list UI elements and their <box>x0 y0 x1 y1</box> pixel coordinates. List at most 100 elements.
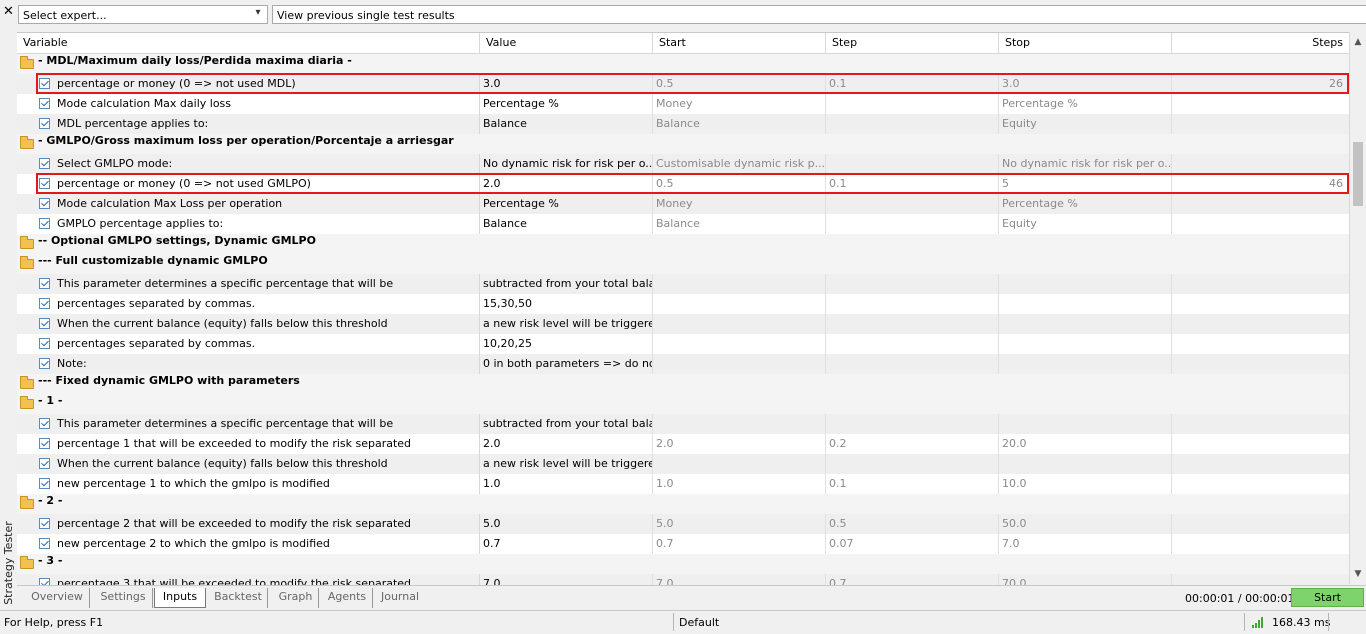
value-cell[interactable]: subtracted from your total balance to es… <box>480 414 653 434</box>
checkbox[interactable] <box>39 178 50 189</box>
variable-cell[interactable]: GMPLO percentage applies to: <box>17 214 480 234</box>
step-cell[interactable] <box>826 414 999 434</box>
start-cell[interactable]: 5.0 <box>653 514 826 534</box>
group-row[interactable]: --- Full customizable dynamic GMLPO <box>17 254 1349 274</box>
step-cell[interactable] <box>826 314 999 334</box>
checkbox[interactable] <box>39 198 50 209</box>
value-cell[interactable]: 2.0 <box>480 174 653 194</box>
checkbox[interactable] <box>39 118 50 129</box>
stop-cell[interactable]: 50.0 <box>999 514 1172 534</box>
variable-cell[interactable]: Select GMLPO mode: <box>17 154 480 174</box>
variable-cell[interactable]: Note: <box>17 354 480 374</box>
variable-cell[interactable]: percentage or money (0 => not used GMLPO… <box>17 174 480 194</box>
previous-results-dropdown[interactable]: View previous single test results <box>272 5 1366 24</box>
column-header-variable[interactable]: Variable <box>17 33 480 53</box>
stop-cell[interactable] <box>999 274 1172 294</box>
start-cell[interactable] <box>653 414 826 434</box>
step-cell[interactable] <box>826 214 999 234</box>
start-cell[interactable]: Customisable dynamic risk p... <box>653 154 826 174</box>
checkbox[interactable] <box>39 318 50 329</box>
stop-cell[interactable]: No dynamic risk for risk per o... <box>999 154 1172 174</box>
step-cell[interactable] <box>826 154 999 174</box>
stop-cell[interactable]: Percentage % <box>999 94 1172 114</box>
parameter-row[interactable]: Select GMLPO mode: No dynamic risk for ri… <box>17 154 1349 174</box>
variable-cell[interactable]: When the current balance (equity) falls … <box>17 314 480 334</box>
stop-cell[interactable]: 70.0 <box>999 574 1172 585</box>
parameter-row[interactable]: MDL percentage applies to: Balance Balance… <box>17 114 1349 134</box>
group-row[interactable]: -- Optional GMLPO settings, Dynamic GMLP… <box>17 234 1349 254</box>
stop-cell[interactable]: Equity <box>999 114 1172 134</box>
value-cell[interactable]: subtracted from your total balance to es… <box>480 274 653 294</box>
start-button[interactable]: Start <box>1291 588 1364 607</box>
stop-cell[interactable]: 7.0 <box>999 534 1172 554</box>
step-cell[interactable] <box>826 274 999 294</box>
variable-cell[interactable]: percentages separated by commas. <box>17 334 480 354</box>
tab-overview[interactable]: Overview <box>25 588 90 608</box>
start-cell[interactable]: Money <box>653 94 826 114</box>
start-cell[interactable] <box>653 334 826 354</box>
tab-backtest[interactable]: Backtest <box>209 588 268 608</box>
checkbox[interactable] <box>39 458 50 469</box>
group-row[interactable]: --- Fixed dynamic GMLPO with parameters <box>17 374 1349 394</box>
start-cell[interactable] <box>653 314 826 334</box>
column-header-step[interactable]: Step <box>826 33 999 53</box>
value-cell[interactable]: Percentage % <box>480 194 653 214</box>
stop-cell[interactable]: 10.0 <box>999 474 1172 494</box>
stop-cell[interactable]: Percentage % <box>999 194 1172 214</box>
value-cell[interactable]: 1.0 <box>480 474 653 494</box>
tab-inputs[interactable]: Inputs <box>154 588 206 608</box>
tab-journal[interactable]: Journal <box>376 588 424 608</box>
checkbox[interactable] <box>39 538 50 549</box>
tab-graph[interactable]: Graph <box>273 588 319 608</box>
step-cell[interactable]: 0.1 <box>826 174 999 194</box>
variable-cell[interactable]: percentage or money (0 => not used MDL) <box>17 74 480 94</box>
stop-cell[interactable] <box>999 294 1172 314</box>
chevron-down-icon[interactable]: ▾ <box>251 7 265 22</box>
parameter-row[interactable]: Note: 0 in both parameters => do not use … <box>17 354 1349 374</box>
checkbox[interactable] <box>39 218 50 229</box>
parameter-row[interactable]: This parameter determines a specific per… <box>17 274 1349 294</box>
checkbox[interactable] <box>39 298 50 309</box>
scroll-up-icon[interactable]: ▲ <box>1350 34 1366 50</box>
step-cell[interactable]: 0.7 <box>826 574 999 585</box>
variable-cell[interactable]: Mode calculation Max daily loss <box>17 94 480 114</box>
group-row[interactable]: - 1 - <box>17 394 1349 414</box>
stop-cell[interactable]: 20.0 <box>999 434 1172 454</box>
step-cell[interactable] <box>826 294 999 314</box>
variable-cell[interactable]: percentage 2 that will be exceeded to mo… <box>17 514 480 534</box>
value-cell[interactable]: Percentage % <box>480 94 653 114</box>
variable-cell[interactable]: When the current balance (equity) falls … <box>17 454 480 474</box>
parameter-row[interactable]: This parameter determines a specific per… <box>17 414 1349 434</box>
step-cell[interactable]: 0.5 <box>826 514 999 534</box>
parameter-row[interactable]: When the current balance (equity) falls … <box>17 454 1349 474</box>
column-header-value[interactable]: Value <box>480 33 653 53</box>
start-cell[interactable]: 0.5 <box>653 74 826 94</box>
parameter-row[interactable]: Mode calculation Max daily loss Percentag… <box>17 94 1349 114</box>
checkbox[interactable] <box>39 78 50 89</box>
step-cell[interactable]: 0.07 <box>826 534 999 554</box>
checkbox[interactable] <box>39 578 50 585</box>
group-row[interactable]: - 3 - <box>17 554 1349 574</box>
value-cell[interactable]: 0 in both parameters => do not use dynam… <box>480 354 653 374</box>
variable-cell[interactable]: This parameter determines a specific per… <box>17 414 480 434</box>
parameter-row[interactable]: percentage or money (0 => not used MDL) 3… <box>17 73 1349 94</box>
parameter-row[interactable]: percentage or money (0 => not used GMLPO… <box>17 173 1349 194</box>
start-cell[interactable] <box>653 274 826 294</box>
tab-settings[interactable]: Settings <box>94 588 153 608</box>
value-cell[interactable]: 0.7 <box>480 534 653 554</box>
step-cell[interactable] <box>826 454 999 474</box>
column-header-stop[interactable]: Stop <box>999 33 1172 53</box>
group-row[interactable]: - 2 - <box>17 494 1349 514</box>
start-cell[interactable]: Balance <box>653 214 826 234</box>
parameter-row[interactable]: When the current balance (equity) falls … <box>17 314 1349 334</box>
checkbox[interactable] <box>39 338 50 349</box>
variable-cell[interactable]: MDL percentage applies to: <box>17 114 480 134</box>
start-cell[interactable]: 0.7 <box>653 534 826 554</box>
scroll-down-icon[interactable]: ▼ <box>1350 566 1366 582</box>
checkbox[interactable] <box>39 358 50 369</box>
value-cell[interactable]: 7.0 <box>480 574 653 585</box>
variable-cell[interactable]: new percentage 2 to which the gmlpo is m… <box>17 534 480 554</box>
checkbox[interactable] <box>39 438 50 449</box>
parameter-row[interactable]: new percentage 1 to which the gmlpo is m… <box>17 474 1349 494</box>
scrollbar-thumb[interactable] <box>1353 142 1363 206</box>
